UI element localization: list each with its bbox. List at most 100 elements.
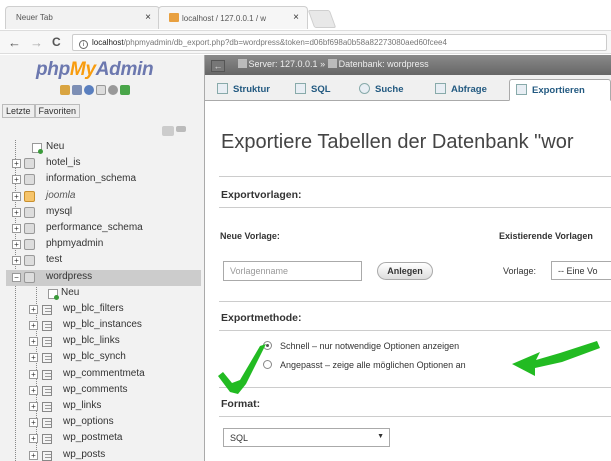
radio-quick-label[interactable]: Schnell – nur notwendige Optionen anzeig… — [280, 341, 459, 351]
tree-item-phpmyadmin[interactable]: + phpmyadmin — [6, 237, 201, 253]
back-arrow-icon[interactable]: ← — [8, 35, 21, 50]
expand-icon[interactable]: + — [29, 337, 38, 347]
tree-item-table[interactable]: + wp_blc_filters — [6, 302, 201, 318]
browser-tab-phpmyadmin[interactable]: localhost / 127.0.0.1 / w × — [158, 6, 308, 29]
expand-icon[interactable]: + — [12, 256, 21, 266]
expand-icon[interactable]: + — [29, 353, 38, 363]
new-tab-button[interactable] — [307, 10, 337, 28]
tree-item-test[interactable]: + test — [6, 253, 201, 269]
close-icon[interactable]: × — [145, 12, 151, 23]
collapse-all-icon[interactable] — [162, 126, 174, 136]
expand-icon[interactable]: + — [29, 321, 38, 331]
tab-label: Abfrage — [451, 84, 487, 95]
home-icon[interactable] — [60, 85, 70, 95]
tree-item-table[interactable]: + wp_comments — [6, 383, 201, 399]
url-host: localhost — [92, 38, 124, 47]
expand-icon[interactable]: + — [12, 207, 21, 217]
radio-custom[interactable] — [263, 360, 272, 369]
tree-item-new-table[interactable]: Neu — [6, 286, 201, 302]
browser-tab-title: localhost / 127.0.0.1 / w — [182, 14, 267, 23]
expand-icon[interactable]: + — [29, 450, 38, 460]
logo-php: php — [36, 59, 70, 80]
tree-item-table[interactable]: + wp_links — [6, 399, 201, 415]
tree-item-table[interactable]: + wp_postmeta — [6, 431, 201, 447]
tree-item-performance-schema[interactable]: + performance_schema — [6, 221, 201, 237]
create-template-button[interactable]: Anlegen — [377, 262, 433, 280]
template-label: Vorlage: — [503, 266, 537, 276]
collapse-nav-arrow-icon[interactable]: ← — [211, 60, 225, 72]
expand-icon[interactable]: + — [29, 304, 38, 314]
tab-label: SQL — [311, 84, 331, 95]
database-icon — [24, 158, 35, 170]
tree-item-table[interactable]: + wp_blc_instances — [6, 318, 201, 334]
forward-arrow-icon[interactable]: → — [30, 35, 43, 50]
link-with-main-icon[interactable] — [176, 126, 186, 132]
table-icon — [42, 337, 52, 348]
close-icon[interactable]: × — [293, 12, 299, 23]
tree-item-new-database[interactable]: Neu — [6, 140, 201, 156]
tree-item-label: phpmyadmin — [46, 238, 104, 250]
browser-tab-strip: Neuer Tab × localhost / 127.0.0.1 / w × — [0, 0, 611, 30]
tree-item-hotel-is[interactable]: + hotel_is — [6, 156, 201, 172]
nav-recent-favorites: Letzte Favoriten — [2, 104, 81, 118]
collapse-icon[interactable]: − — [12, 272, 21, 282]
expand-icon[interactable]: + — [29, 434, 38, 444]
info-icon[interactable]: i — [79, 40, 88, 49]
phpmyadmin-logo[interactable]: phpMyAdmin — [36, 59, 154, 81]
tree-item-joomla[interactable]: + joomla — [6, 189, 201, 205]
tree-item-wordpress[interactable]: − wordpress — [6, 269, 201, 286]
query-icon — [435, 83, 446, 94]
tab-sql[interactable]: SQL — [289, 79, 337, 101]
radio-quick[interactable] — [263, 341, 272, 350]
tree-item-table[interactable]: + wp_posts — [6, 448, 201, 461]
expand-icon[interactable]: + — [29, 369, 38, 379]
url-bar[interactable]: i localhost/phpmyadmin/db_export.php?db=w… — [72, 34, 607, 51]
logout-icon[interactable] — [72, 85, 82, 95]
template-name-input[interactable]: Vorlagenname — [223, 261, 362, 281]
database-icon — [24, 174, 35, 186]
tab-abfrage[interactable]: Abfrage — [429, 79, 493, 101]
format-select[interactable]: SQL ▼ — [223, 428, 390, 447]
expand-icon[interactable]: + — [29, 418, 38, 428]
tab-struktur[interactable]: Struktur — [211, 79, 276, 101]
expand-icon[interactable]: + — [12, 191, 21, 201]
docs-icon[interactable] — [96, 85, 106, 95]
tree-item-label: test — [46, 254, 63, 266]
new-database-icon — [32, 143, 43, 154]
expand-icon[interactable]: + — [29, 402, 38, 411]
table-icon — [42, 402, 52, 412]
tab-exportieren[interactable]: Exportieren — [509, 79, 611, 101]
tab-favorites[interactable]: Favoriten — [34, 104, 81, 118]
reload-icon[interactable]: C — [52, 35, 61, 49]
help-icon[interactable] — [84, 85, 94, 95]
tab-recent[interactable]: Letzte — [2, 104, 35, 118]
expand-icon[interactable]: + — [12, 159, 21, 169]
template-select[interactable]: -- Eine Vo — [551, 261, 611, 280]
tree-item-mysql[interactable]: + mysql — [6, 205, 201, 221]
reload-nav-icon[interactable] — [120, 85, 130, 95]
table-icon — [42, 385, 52, 396]
expand-icon[interactable]: + — [29, 385, 38, 395]
tab-label: Struktur — [233, 84, 270, 95]
tree-item-label: Neu — [46, 141, 65, 152]
breadcrumb-database[interactable]: Datenbank: wordpress — [339, 59, 429, 69]
tree-item-information-schema[interactable]: + information_schema — [6, 172, 201, 188]
radio-custom-label[interactable]: Angepasst – zeige alle möglichen Optione… — [280, 360, 466, 370]
database-tree: Neu + hotel_is + information_schema + jo… — [6, 140, 201, 461]
tree-item-table[interactable]: + wp_commentmeta — [6, 367, 201, 383]
table-icon — [42, 418, 52, 429]
expand-icon[interactable]: + — [12, 175, 21, 185]
breadcrumb-server[interactable]: Server: 127.0.0.1 — [249, 59, 318, 69]
divider — [219, 416, 611, 417]
new-template-label: Neue Vorlage: — [220, 231, 280, 241]
tab-suche[interactable]: Suche — [353, 79, 410, 101]
breadcrumb: ← Server: 127.0.0.1 » Datenbank: wordpre… — [205, 55, 611, 75]
browser-tab-new[interactable]: Neuer Tab × — [5, 6, 160, 29]
tree-item-table[interactable]: + wp_blc_synch — [6, 350, 201, 366]
tree-item-table[interactable]: + wp_blc_links — [6, 334, 201, 350]
expand-icon[interactable]: + — [12, 223, 21, 233]
expand-icon[interactable]: + — [12, 240, 21, 250]
tree-item-table[interactable]: + wp_options — [6, 415, 201, 431]
settings-gear-icon[interactable] — [108, 85, 118, 95]
main-content: ← Server: 127.0.0.1 » Datenbank: wordpre… — [205, 55, 611, 461]
